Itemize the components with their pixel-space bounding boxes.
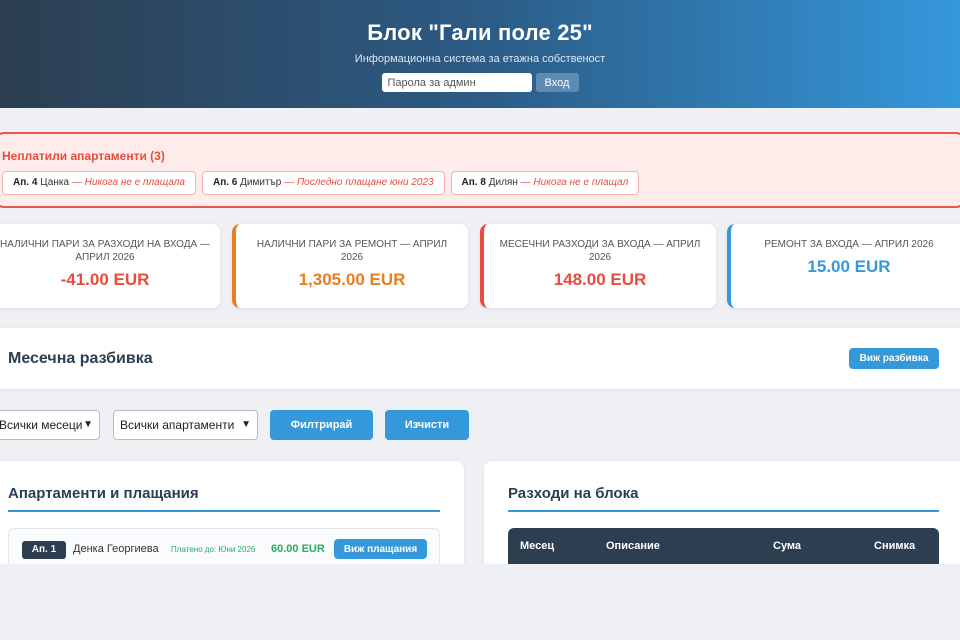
card-value: -41.00 EUR (60, 270, 150, 289)
expenses-title: Разходи на блока (508, 485, 639, 502)
paid-until: Платено до: Юни 2026 (171, 545, 256, 554)
unpaid-note: Никога не е плащал (533, 177, 629, 188)
apartment-badge: Ап. 1 (22, 541, 66, 559)
unpaid-apt-number: Ап. 8 (461, 177, 486, 188)
card-label: Ремонт за входа — Април 2026 (764, 239, 934, 250)
page-background (0, 564, 960, 640)
card-label: Месечни разходи за входа — Април 2026 (499, 239, 701, 263)
chevron-down-icon: ▼ (83, 419, 93, 430)
repair-card: Ремонт за входа — Април 2026 15.00 EUR (727, 224, 960, 308)
unpaid-note: Последно плащане юни 2023 (296, 177, 434, 188)
payment-amount: 60.00 EUR (271, 543, 325, 555)
card-value: 1,305.00 EUR (298, 270, 406, 289)
unpaid-chip: Ап. 4 Цанка — Никога не е плащала (2, 171, 196, 195)
unpaid-chip: Ап. 8 Дилян — Никога не е плащал (450, 171, 640, 195)
admin-login-form: Вход (0, 73, 960, 92)
unpaid-owner-name: Дилян (488, 177, 518, 188)
view-breakdown-button[interactable]: Виж разбивка (849, 348, 939, 369)
monthly-breakdown-section: Месечна разбивка Виж разбивка (0, 328, 960, 389)
page-header: Блок "Гали поле 25" Информационна систем… (0, 0, 960, 108)
column-header-photo: Снимка (874, 540, 916, 552)
login-button[interactable]: Вход (535, 73, 579, 92)
column-header-month: Месец (520, 540, 555, 552)
divider (508, 510, 939, 512)
month-select[interactable]: Всички месеци ▼ (0, 410, 100, 440)
breakdown-title: Месечна разбивка (8, 350, 153, 367)
card-label: Налични пари за ремонт — Април 2026 (256, 239, 448, 263)
expenses-table-header: Месец Описание Сума Снимка (508, 528, 939, 568)
clear-button[interactable]: Изчисти (385, 410, 469, 440)
column-header-description: Описание (606, 540, 660, 552)
unpaid-sep: — (284, 177, 295, 188)
entrance-cash-card: Налични пари за разходи на входа — Април… (0, 224, 220, 308)
card-label: Налични пари за разходи на входа — Април… (0, 239, 210, 263)
unpaid-apt-number: Ап. 6 (212, 177, 238, 188)
apartments-title: Апартаменти и плащания (8, 485, 199, 502)
unpaid-note: Никога не е плащала (84, 177, 185, 188)
unpaid-apt-number: Ап. 4 (13, 177, 38, 188)
chevron-down-icon: ▼ (241, 419, 251, 430)
view-payments-button[interactable]: Виж плащания (334, 539, 427, 559)
apartment-select-value: Всички апартаменти (120, 418, 235, 432)
divider (8, 510, 440, 512)
repair-cash-card: Налични пари за ремонт — Април 2026 1,30… (232, 224, 468, 308)
unpaid-sep: — (71, 177, 82, 188)
unpaid-list: Ап. 4 Цанка — Никога не е плащала Ап. 6 … (2, 171, 640, 195)
unpaid-sep: — (520, 177, 531, 188)
card-value: 148.00 EUR (553, 270, 647, 289)
unpaid-chip: Ап. 6 Димитър — Последно плащане юни 202… (201, 171, 445, 195)
page-title: Блок "Гали поле 25" (367, 20, 593, 45)
apartment-select[interactable]: Всички апартаменти ▼ (113, 410, 258, 440)
card-value: 15.00 EUR (807, 257, 891, 276)
page-subtitle: Информационна система за етажна собствен… (354, 53, 606, 65)
unpaid-owner-name: Цанка (40, 177, 70, 188)
unpaid-alert-title: Неплатили апартаменти (3) (2, 149, 165, 163)
filter-button[interactable]: Филтрирай (270, 410, 373, 440)
monthly-expenses-card: Месечни разходи за входа — Април 2026 14… (480, 224, 716, 308)
admin-password-input[interactable] (381, 73, 532, 92)
month-select-value: Всички месеци (0, 418, 83, 432)
unpaid-apartments-alert: Неплатили апартаменти (3) Ап. 4 Цанка — … (0, 132, 960, 208)
column-header-amount: Сума (773, 540, 802, 552)
owner-name: Денка Георгиева (73, 543, 159, 555)
unpaid-owner-name: Димитър (240, 177, 282, 188)
